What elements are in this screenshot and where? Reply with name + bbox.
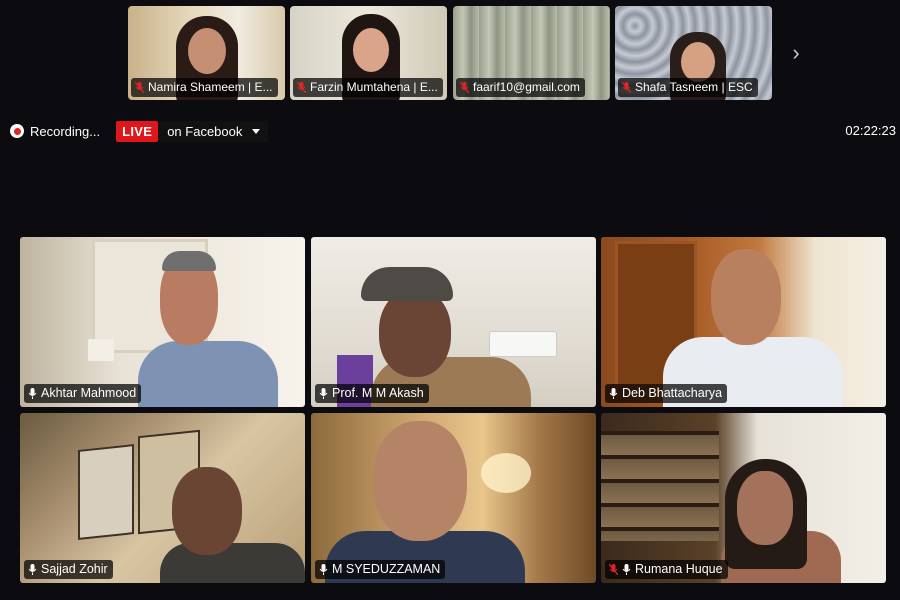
- filmstrip-tile-1[interactable]: Namira Shameem | E...: [128, 6, 285, 100]
- participant-name: Farzin Mumtahena | E...: [310, 80, 438, 94]
- participant-name-tag: Deb Bhattacharya: [605, 384, 728, 403]
- mic-muted-icon: [297, 82, 306, 93]
- participant-name-tag: Prof. M M Akash: [315, 384, 429, 403]
- meeting-timer: 02:22:23: [845, 123, 896, 138]
- air-conditioner: [489, 331, 557, 357]
- participant-name: Akhtar Mahmood: [41, 386, 137, 400]
- gallery-tile-3-active-speaker[interactable]: Deb Bhattacharya: [601, 237, 886, 407]
- participant-video: [601, 237, 886, 407]
- participant-face: [172, 467, 242, 555]
- mic-on-icon: [28, 388, 37, 399]
- gallery-tile-4[interactable]: Sajjad Zohir: [20, 413, 305, 583]
- participant-video: [20, 237, 305, 407]
- participant-video: [311, 413, 596, 583]
- participant-name-tag: Sajjad Zohir: [24, 560, 113, 579]
- mic-muted-icon: [460, 82, 469, 93]
- participant-name: Rumana Huque: [635, 562, 723, 576]
- table-lamp: [88, 339, 114, 361]
- filmstrip-tile-3[interactable]: faarif10@gmail.com: [453, 6, 610, 100]
- participant-name: Namira Shameem | E...: [148, 80, 273, 94]
- participant-face: [711, 249, 781, 345]
- participant-hair: [162, 251, 216, 271]
- filmstrip-tile-2[interactable]: Farzin Mumtahena | E...: [290, 6, 447, 100]
- participant-name: Deb Bhattacharya: [622, 386, 723, 400]
- recording-indicator-icon: [10, 124, 24, 138]
- gallery-tile-2[interactable]: Prof. M M Akash: [311, 237, 596, 407]
- participant-name-tag: M SYEDUZZAMAN: [315, 560, 446, 579]
- mic-on-icon: [319, 388, 328, 399]
- bookshelf: [601, 431, 719, 541]
- participant-face: [188, 28, 226, 74]
- participant-face: [737, 471, 793, 545]
- chevron-down-icon: [252, 128, 261, 134]
- lamp-glow: [481, 453, 531, 493]
- recording-bar: Recording... LIVE on Facebook: [4, 120, 269, 142]
- participant-name: M SYEDUZZAMAN: [332, 562, 441, 576]
- participant-name-tag: faarif10@gmail.com: [456, 78, 585, 97]
- participant-name-tag: Shafa Tasneem | ESC: [618, 78, 758, 97]
- participant-name: Shafa Tasneem | ESC: [635, 80, 753, 94]
- mic-muted-icon: [622, 82, 631, 93]
- participant-name: Sajjad Zohir: [41, 562, 108, 576]
- participant-name-tag: Farzin Mumtahena | E...: [293, 78, 443, 97]
- wall-art-left: [78, 444, 134, 540]
- filmstrip-tile-4[interactable]: Shafa Tasneem | ESC: [615, 6, 772, 100]
- participant-name-tag: Akhtar Mahmood: [24, 384, 142, 403]
- filmstrip-next-icon[interactable]: ›: [786, 42, 806, 64]
- participant-body: [160, 543, 305, 583]
- participant-cap: [361, 267, 453, 301]
- live-destination-label: on Facebook: [167, 123, 243, 139]
- gallery-tile-6[interactable]: Rumana Huque: [601, 413, 886, 583]
- participant-body: [138, 341, 278, 407]
- mic-muted-icon: [135, 82, 144, 93]
- live-badge: LIVE: [116, 120, 159, 142]
- participant-face: [681, 42, 715, 82]
- participant-name-tag: Rumana Huque: [605, 560, 728, 579]
- mic-on-icon: [609, 388, 618, 399]
- participant-video: [311, 237, 596, 407]
- mic-on-icon: [622, 564, 631, 575]
- mic-muted-icon: [609, 564, 618, 575]
- participant-video: [601, 413, 886, 583]
- recording-label: Recording...: [30, 123, 101, 139]
- participant-face: [353, 28, 389, 72]
- participant-video: [20, 413, 305, 583]
- participant-name-tag: Namira Shameem | E...: [131, 78, 278, 97]
- live-destination-dropdown[interactable]: on Facebook: [158, 120, 269, 142]
- participant-name: faarif10@gmail.com: [473, 80, 580, 94]
- mic-on-icon: [319, 564, 328, 575]
- participant-face: [373, 421, 467, 541]
- mic-on-icon: [28, 564, 37, 575]
- gallery-tile-5[interactable]: M SYEDUZZAMAN: [311, 413, 596, 583]
- participant-name: Prof. M M Akash: [332, 386, 424, 400]
- gallery-tile-1[interactable]: Akhtar Mahmood: [20, 237, 305, 407]
- participant-face: [379, 289, 451, 377]
